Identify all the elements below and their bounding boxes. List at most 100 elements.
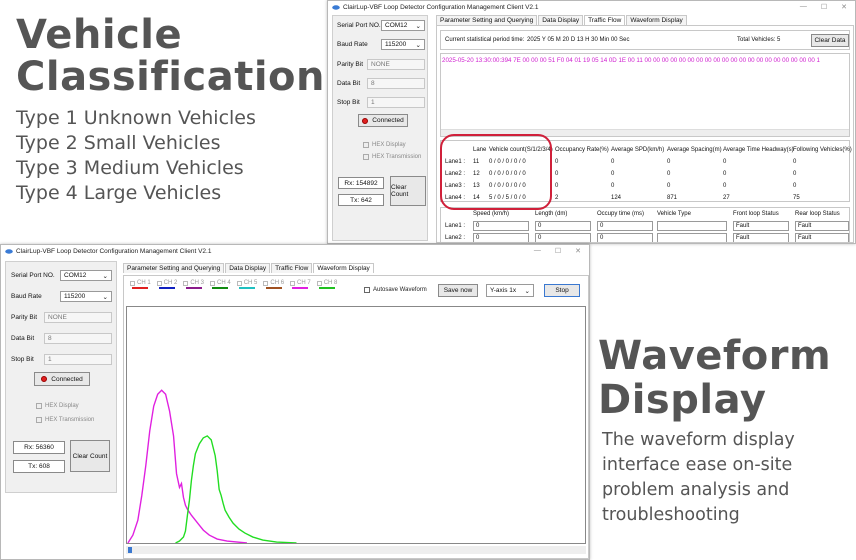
save-now-button[interactable]: Save now bbox=[438, 284, 478, 297]
channel-toggle[interactable]: CH 4 bbox=[210, 280, 231, 289]
serial-port-select[interactable]: COM12 ⌄ bbox=[381, 20, 425, 31]
data-bit-field[interactable]: 8 bbox=[367, 78, 425, 89]
lane-spacing: 0 bbox=[667, 171, 671, 177]
vehicle-detail-table: Speed (km/h) Length (dm) Occupy time (ms… bbox=[440, 207, 850, 243]
status-dot-icon bbox=[362, 117, 369, 124]
lane-following: 0 bbox=[793, 171, 797, 177]
row-name: Lane2 : bbox=[445, 235, 466, 241]
tx-counter: Tx: 642 bbox=[338, 194, 384, 206]
connected-button[interactable]: Connected bbox=[358, 114, 408, 127]
serial-settings-panel: Serial Port NO. COM12 ⌄ Baud Rate 115200 ⌄… bbox=[332, 15, 428, 241]
data-bit-field[interactable]: 8 bbox=[44, 333, 112, 344]
app-logo-icon bbox=[332, 4, 340, 10]
close-icon[interactable]: ✕ bbox=[575, 247, 581, 255]
stop-bit-field[interactable]: 1 bbox=[44, 354, 112, 365]
maximize-icon[interactable]: ☐ bbox=[821, 3, 827, 11]
occupy-field[interactable]: 0 bbox=[597, 221, 653, 231]
lane-following: 0 bbox=[793, 183, 797, 189]
col-rear-loop: Rear loop Status bbox=[795, 211, 840, 217]
stop-button[interactable]: Stop bbox=[544, 284, 580, 297]
channel-toggle[interactable]: CH 5 bbox=[236, 280, 257, 289]
col-vehicle-type: Vehicle Type bbox=[657, 211, 691, 217]
parity-bit-field[interactable]: NONE bbox=[367, 59, 425, 70]
vehicle-classification-heading: Vehicle Classification bbox=[16, 14, 325, 98]
tab-parameter-setting[interactable]: Parameter Setting and Querying bbox=[123, 263, 225, 273]
tab-data-display[interactable]: Data Display bbox=[225, 263, 271, 273]
rear-loop-field[interactable]: Fault bbox=[795, 233, 849, 242]
tab-parameter-setting[interactable]: Parameter Setting and Querying bbox=[436, 15, 538, 25]
serial-port-label: Serial Port NO. bbox=[11, 272, 55, 279]
tab-data-display[interactable]: Data Display bbox=[538, 15, 584, 25]
highlight-ring bbox=[440, 134, 552, 210]
heading-line-1: Waveform bbox=[598, 333, 832, 379]
col-avg-spacing: Average Spacing(m) bbox=[667, 147, 722, 153]
y-axis-select[interactable]: Y-axis 1x ⌄ bbox=[486, 284, 534, 297]
stop-bit-field[interactable]: 1 bbox=[367, 97, 425, 108]
baud-rate-select[interactable]: 115200 ⌄ bbox=[60, 291, 112, 302]
maximize-icon[interactable]: ☐ bbox=[555, 247, 561, 255]
waveform-plot bbox=[126, 306, 586, 544]
period-value: 2025 Y 05 M 20 D 13 H 30 Min 00 Sec bbox=[527, 37, 630, 43]
speed-field[interactable]: 0 bbox=[473, 233, 529, 242]
traffic-flow-window: ClairLup-VBF Loop Detector Configuration… bbox=[327, 0, 856, 244]
hex-transmission-checkbox[interactable]: HEX Transmission bbox=[36, 417, 94, 423]
speed-field[interactable]: 0 bbox=[473, 221, 529, 231]
lane-occ: 0 bbox=[555, 171, 559, 177]
chevron-down-icon: ⌄ bbox=[102, 293, 108, 301]
row-name: Lane1 : bbox=[445, 223, 466, 229]
type-item: Type 1 Unknown Vehicles bbox=[16, 107, 256, 129]
hex-display-checkbox[interactable]: HEX Display bbox=[36, 403, 79, 409]
lane-following: 0 bbox=[793, 159, 797, 165]
channel-toggle[interactable]: CH 7 bbox=[290, 280, 311, 289]
front-loop-field[interactable]: Fault bbox=[733, 221, 789, 231]
app-logo-icon bbox=[5, 248, 13, 254]
vehicle-type-field[interactable] bbox=[657, 233, 727, 242]
horizontal-scrollbar[interactable] bbox=[126, 546, 586, 554]
channel-toggle[interactable]: CH 8 bbox=[316, 280, 337, 289]
lane-headway: 0 bbox=[723, 183, 727, 189]
length-field[interactable]: 0 bbox=[535, 221, 591, 231]
clear-data-button[interactable]: Clear Data bbox=[811, 34, 849, 47]
title-bar: ClairLup-VBF Loop Detector Configuration… bbox=[1, 245, 589, 257]
clear-count-button[interactable]: Clear Count bbox=[390, 176, 426, 206]
hex-transmission-checkbox[interactable]: HEX Transmission bbox=[363, 154, 421, 160]
chevron-down-icon: ⌄ bbox=[415, 22, 421, 30]
baud-rate-select[interactable]: 115200 ⌄ bbox=[381, 39, 425, 50]
parity-bit-label: Parity Bit bbox=[11, 314, 38, 321]
front-loop-field[interactable]: Fault bbox=[733, 233, 789, 242]
total-vehicles: Total Vehicles: 5 bbox=[737, 37, 781, 43]
serial-settings-panel: Serial Port NO. COM12 ⌄ Baud Rate 115200 ⌄… bbox=[5, 261, 117, 493]
hex-stream-text: 2025-05-20 13:30:00:394 7E 00 00 00 51 F… bbox=[442, 57, 820, 64]
rear-loop-field[interactable]: Fault bbox=[795, 221, 849, 231]
lane-headway: 27 bbox=[723, 195, 730, 201]
tab-waveform-display[interactable]: Waveform Display bbox=[313, 263, 374, 273]
parity-bit-field[interactable]: NONE bbox=[44, 312, 112, 323]
channel-toggle[interactable]: CH 2 bbox=[156, 280, 177, 289]
lane-spacing: 0 bbox=[667, 183, 671, 189]
period-label: Current statistical period time: bbox=[445, 37, 525, 43]
tab-traffic-flow[interactable]: Traffic Flow bbox=[584, 15, 626, 25]
connected-button[interactable]: Connected bbox=[34, 372, 90, 386]
tab-waveform-display[interactable]: Waveform Display bbox=[626, 15, 687, 25]
lane-following: 75 bbox=[793, 195, 800, 201]
window-title: ClairLup-VBF Loop Detector Configuration… bbox=[16, 247, 212, 255]
serial-port-select[interactable]: COM12 ⌄ bbox=[60, 270, 112, 281]
minimize-icon[interactable]: — bbox=[800, 3, 807, 11]
col-occupancy: Occupancy Rate(%) bbox=[555, 147, 609, 153]
tab-traffic-flow[interactable]: Traffic Flow bbox=[271, 263, 313, 273]
channel-toggle[interactable]: CH 6 bbox=[263, 280, 284, 289]
channel-toggle[interactable]: CH 3 bbox=[183, 280, 204, 289]
channel-toggle[interactable]: CH 1 bbox=[130, 280, 151, 289]
rx-counter: Rx: 56360 bbox=[13, 441, 65, 454]
close-icon[interactable]: ✕ bbox=[841, 3, 847, 11]
scrollbar-thumb[interactable] bbox=[128, 547, 132, 553]
clear-count-button[interactable]: Clear Count bbox=[70, 440, 110, 472]
autosave-checkbox[interactable]: Autosave Waveform bbox=[364, 287, 427, 293]
occupy-field[interactable]: 0 bbox=[597, 233, 653, 242]
vehicle-type-field[interactable] bbox=[657, 221, 727, 231]
length-field[interactable]: 0 bbox=[535, 233, 591, 242]
baud-rate-label: Baud Rate bbox=[11, 293, 42, 300]
col-avg-headway: Average Time Headway(s) bbox=[723, 147, 794, 153]
hex-display-checkbox[interactable]: HEX Display bbox=[363, 142, 406, 148]
minimize-icon[interactable]: — bbox=[534, 247, 541, 255]
